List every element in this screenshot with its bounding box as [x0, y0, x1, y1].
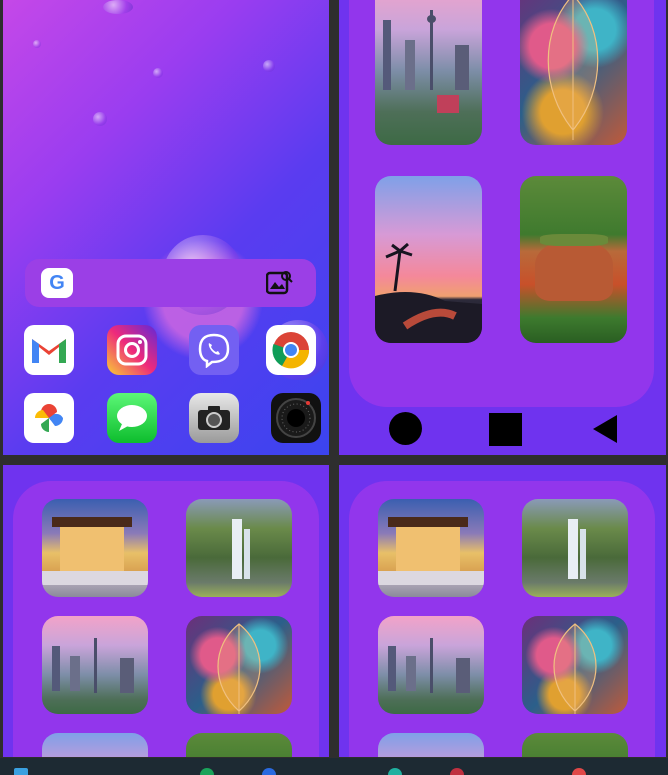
screenshot-collage: G — [0, 0, 668, 775]
photo-temple[interactable] — [378, 499, 484, 597]
photo-beach-sunset[interactable] — [375, 176, 482, 343]
photo-beach-sunset[interactable] — [42, 733, 148, 757]
google-search-bar[interactable]: G — [25, 259, 316, 307]
google-photos-icon[interactable] — [24, 393, 74, 443]
water-drop — [103, 0, 133, 14]
viber-icon[interactable] — [189, 325, 239, 375]
taskbar-app-icon[interactable] — [262, 768, 276, 775]
water-drop — [153, 68, 163, 78]
photo-temple[interactable] — [42, 499, 148, 597]
photo-waterfall[interactable] — [186, 499, 292, 597]
water-drop — [93, 112, 107, 126]
photo-city-skyline[interactable] — [378, 616, 484, 714]
photo-city-skyline[interactable] — [42, 616, 148, 714]
photo-leaf[interactable] — [520, 0, 627, 145]
photo-widget-panel-bottom-right — [339, 465, 666, 757]
desktop-taskbar — [0, 758, 668, 775]
photo-leaf[interactable] — [522, 616, 628, 714]
camera-icon[interactable] — [189, 393, 239, 443]
photo-beach-sunset[interactable] — [378, 733, 484, 757]
taskbar-app-icon[interactable] — [572, 768, 586, 775]
chrome-icon[interactable] — [266, 325, 316, 375]
photo-rock-fortress[interactable] — [520, 176, 627, 343]
photo-rock-fortress[interactable] — [522, 733, 628, 757]
home-icon[interactable] — [389, 412, 422, 445]
photo-waterfall[interactable] — [522, 499, 628, 597]
photo-city-skyline[interactable] — [375, 0, 482, 145]
taskbar-app-icon[interactable] — [388, 768, 402, 775]
clock-icon[interactable] — [271, 393, 321, 443]
home-screen-panel: G — [3, 0, 329, 455]
recents-icon[interactable] — [489, 413, 522, 446]
taskbar-app-icon[interactable] — [200, 768, 214, 775]
photo-widget-panel-top — [339, 0, 666, 455]
instagram-icon[interactable] — [107, 325, 157, 375]
google-logo: G — [41, 268, 73, 298]
start-icon[interactable] — [14, 768, 28, 775]
water-drop — [263, 60, 275, 72]
water-drop — [33, 40, 41, 48]
messages-icon[interactable] — [107, 393, 157, 443]
gmail-icon[interactable] — [24, 325, 74, 375]
taskbar-app-icon[interactable] — [450, 768, 464, 775]
photo-rock-fortress[interactable] — [186, 733, 292, 757]
google-lens-icon[interactable] — [266, 269, 294, 295]
back-icon[interactable] — [593, 415, 617, 443]
photo-leaf[interactable] — [186, 616, 292, 714]
photo-widget-panel-bottom-left — [3, 465, 329, 757]
